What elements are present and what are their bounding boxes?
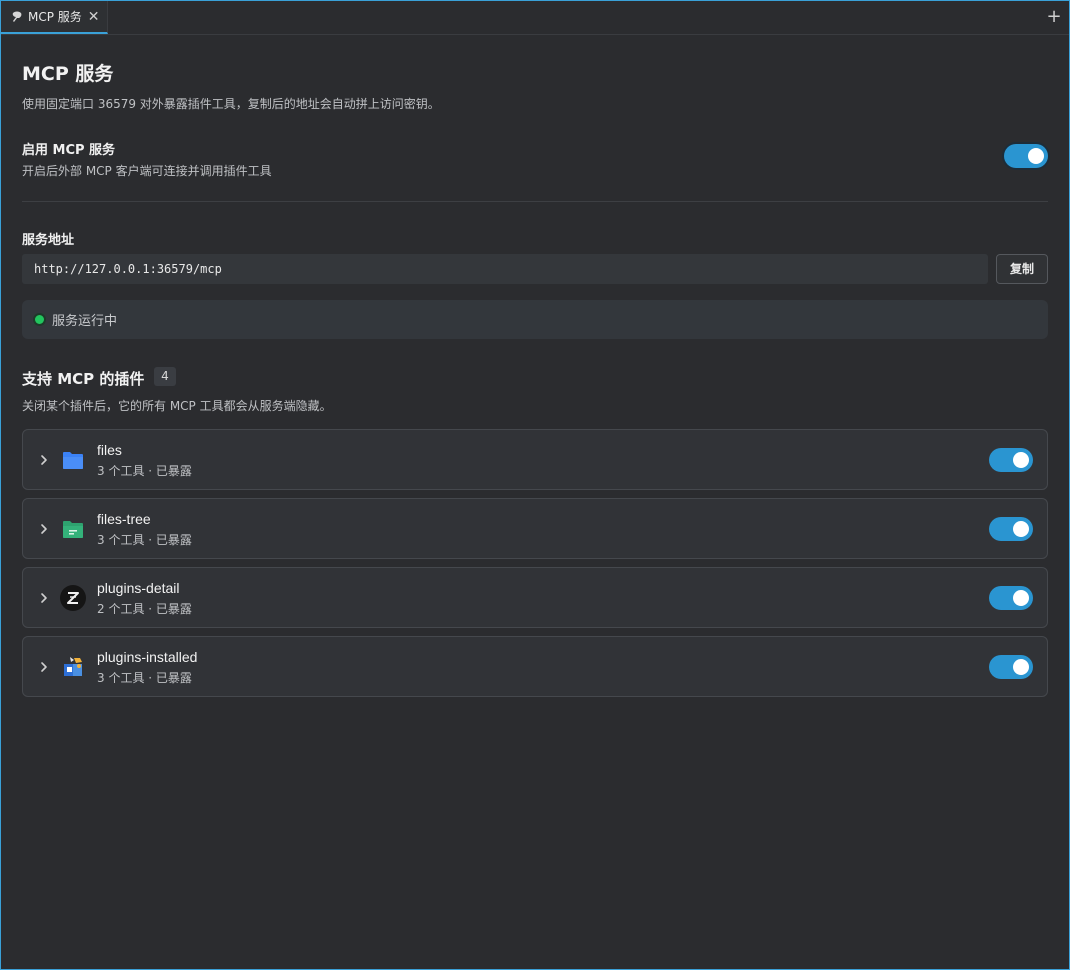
plugin-row-files-tree[interactable]: files-tree 3 个工具 · 已暴露 (22, 498, 1048, 559)
plugin-name: plugins-detail (97, 580, 180, 596)
plugin-detail-logo-icon (60, 585, 86, 611)
plugins-section-description: 关闭某个插件后，它的所有 MCP 工具都会从服务端隐藏。 (22, 399, 332, 413)
plugin-row-plugins-detail[interactable]: plugins-detail 2 个工具 · 已暴露 (22, 567, 1048, 628)
divider (22, 201, 1048, 202)
plugin-meta: 3 个工具 · 已暴露 (97, 533, 192, 547)
status-dot-icon (35, 315, 44, 324)
address-field[interactable]: http://127.0.0.1:36579/mcp (22, 254, 988, 284)
chevron-right-icon[interactable] (37, 519, 51, 539)
plugin-meta: 2 个工具 · 已暴露 (97, 602, 192, 616)
tab-close-icon[interactable]: ✕ (88, 10, 100, 24)
add-tab-icon[interactable]: + (1045, 8, 1063, 26)
status-text: 服务运行中 (52, 314, 118, 329)
plugin-toggle-files-tree[interactable] (989, 517, 1033, 541)
enable-mcp-toggle[interactable] (1004, 144, 1048, 168)
plugin-name: files (97, 442, 122, 458)
plugin-meta: 3 个工具 · 已暴露 (97, 671, 192, 685)
folder-icon (63, 452, 83, 469)
plugin-row-files[interactable]: files 3 个工具 · 已暴露 (22, 429, 1048, 490)
plugin-row-plugins-installed[interactable]: plugins-installed 3 个工具 · 已暴露 (22, 636, 1048, 697)
copy-button[interactable]: 复制 (996, 254, 1048, 284)
plugins-count-badge: 4 (154, 367, 176, 386)
plugin-toggle-plugins-detail[interactable] (989, 586, 1033, 610)
enable-setting-title: 启用 MCP 服务 (22, 143, 116, 158)
app-window: MCP 服务 ✕ + MCP 服务 使用固定端口 36579 对外暴露插件工具，… (0, 0, 1070, 970)
status-box: 服务运行中 (22, 300, 1048, 339)
plugins-section-title: 支持 MCP 的插件 (22, 370, 145, 388)
chevron-right-icon[interactable] (37, 657, 51, 677)
tab-bar: MCP 服务 ✕ + (1, 1, 1069, 35)
plugin-pin-icon (10, 10, 24, 24)
plugin-name: files-tree (97, 511, 151, 527)
address-label: 服务地址 (22, 233, 75, 248)
plugin-toggle-files[interactable] (989, 448, 1033, 472)
page-title: MCP 服务 (22, 63, 114, 85)
toggle-knob (1013, 659, 1029, 675)
plugin-name: plugins-installed (97, 649, 198, 665)
chevron-right-icon[interactable] (37, 450, 51, 470)
tab-label: MCP 服务 (28, 10, 82, 24)
plugin-toggle-plugins-installed[interactable] (989, 655, 1033, 679)
chevron-right-icon[interactable] (37, 588, 51, 608)
folder-tree-icon (63, 521, 83, 538)
plugins-installed-icon (64, 657, 82, 676)
toggle-knob (1013, 590, 1029, 606)
enable-setting-description: 开启后外部 MCP 客户端可连接并调用插件工具 (22, 164, 272, 178)
plugin-list: files 3 个工具 · 已暴露 files-tree 3 个工具 · 已暴露… (22, 429, 1048, 705)
plugin-meta: 3 个工具 · 已暴露 (97, 464, 192, 478)
toggle-knob (1013, 452, 1029, 468)
page-description: 使用固定端口 36579 对外暴露插件工具，复制后的地址会自动拼上访问密钥。 (22, 97, 440, 111)
toggle-knob (1013, 521, 1029, 537)
tab-mcp-service[interactable]: MCP 服务 ✕ (1, 1, 108, 34)
toggle-knob (1028, 148, 1044, 164)
